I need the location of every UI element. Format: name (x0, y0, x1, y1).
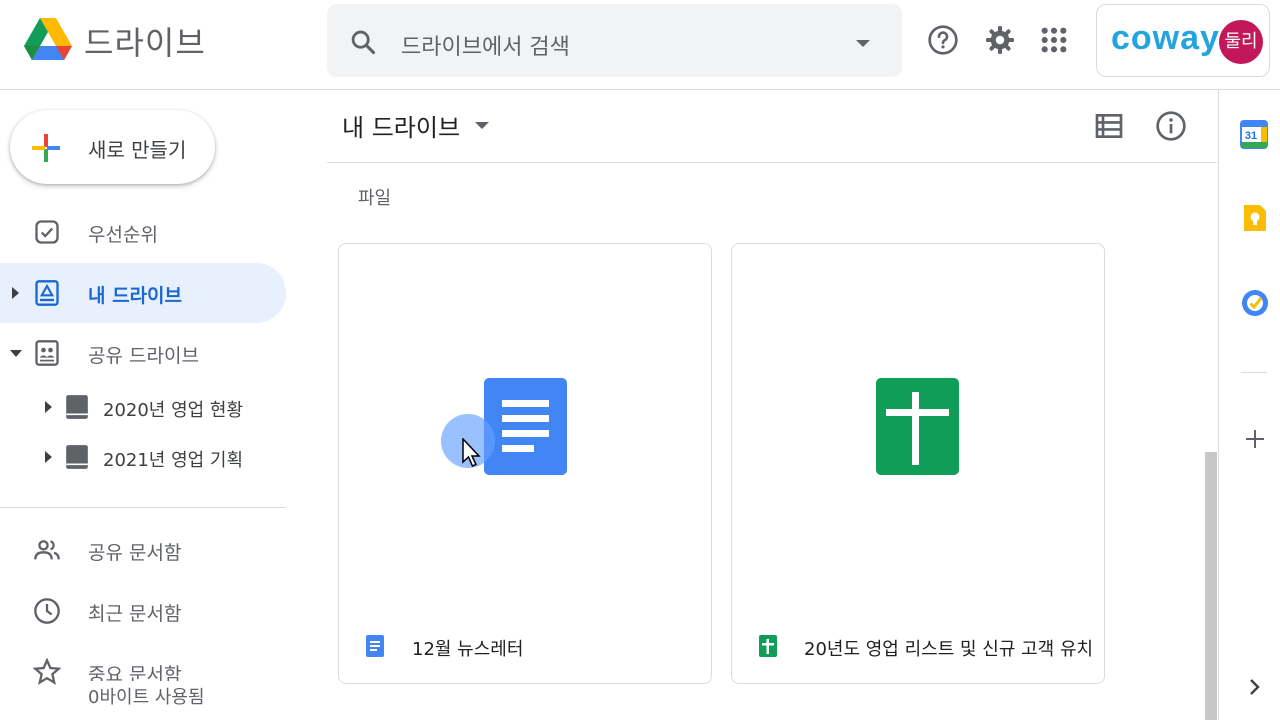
side-panel-rail (1218, 90, 1280, 720)
calendar-icon[interactable]: 31 (1240, 119, 1268, 149)
people-icon (34, 540, 60, 560)
sheets-thumbnail-icon (876, 378, 959, 475)
sidebar-item-shared-drives[interactable]: 공유 드라이브 (0, 323, 286, 383)
search-bar[interactable]: 드라이브에서 검색 (327, 4, 902, 77)
add-addon-icon[interactable] (1244, 428, 1266, 450)
plus-icon (32, 134, 60, 162)
main-scrollbar[interactable] (1205, 452, 1217, 720)
avatar[interactable]: 둘리 (1219, 20, 1263, 64)
expand-arrow-icon[interactable] (45, 451, 52, 463)
collapse-arrow-icon[interactable] (10, 350, 22, 357)
search-input[interactable]: 드라이브에서 검색 (401, 29, 570, 61)
sidebar-item-label: 공유 드라이브 (88, 345, 199, 367)
rail-divider (1241, 372, 1267, 373)
apps-grid-icon[interactable] (1038, 24, 1070, 56)
page-title[interactable]: 내 드라이브 (342, 108, 460, 143)
priority-check-icon (35, 220, 59, 244)
shared-drive-label: 2020년 영업 현황 (103, 400, 244, 421)
app-title[interactable]: 드라이브 (84, 18, 206, 64)
shared-drive-folder-icon (66, 395, 88, 419)
storage-usage[interactable]: 0바이트 사용됨 (88, 681, 205, 709)
shared-drive-folder-icon (66, 445, 88, 469)
mouse-cursor-icon (462, 438, 481, 467)
shared-drive-icon (35, 340, 59, 366)
expand-arrow-icon[interactable] (45, 401, 52, 413)
account-area[interactable]: coway 둘리 (1096, 4, 1270, 77)
my-drive-icon (35, 280, 59, 306)
sidebar-item-label: 최근 문서함 (88, 603, 182, 625)
sidebar-item-priority[interactable]: 우선순위 (0, 202, 286, 262)
sidebar-item-label: 내 드라이브 (88, 285, 183, 307)
toolbar-divider (327, 162, 1217, 163)
file-name: 20년도 영업 리스트 및 신규 고객 유치 (804, 639, 1094, 660)
search-icon[interactable] (349, 28, 377, 56)
expand-arrow-icon[interactable] (12, 287, 19, 299)
clock-icon (34, 598, 60, 624)
list-view-icon[interactable] (1093, 110, 1125, 142)
sidebar-item-shared-with-me[interactable]: 공유 문서함 (0, 520, 286, 580)
new-button-label: 새로 만들기 (88, 138, 187, 162)
sidebar-item-label: 우선순위 (88, 224, 158, 246)
sidebar-divider (0, 507, 286, 508)
new-button[interactable]: 새로 만들기 (10, 110, 215, 184)
section-label-files: 파일 (358, 188, 392, 209)
file-name: 12월 뉴스레터 (412, 639, 524, 660)
shared-drive-2020[interactable]: 2020년 영업 현황 (40, 385, 286, 429)
file-card-newsletter[interactable]: 12월 뉴스레터 (338, 243, 712, 684)
keep-icon[interactable] (1242, 203, 1268, 233)
search-options-dropdown-icon[interactable] (856, 40, 870, 47)
top-bar: 드라이브 드라이브에서 검색 coway 둘리 (0, 0, 1280, 90)
organization-logo: coway (1111, 19, 1220, 57)
sidebar-item-recent[interactable]: 최근 문서함 (0, 581, 286, 641)
info-icon[interactable] (1155, 110, 1187, 142)
tasks-icon[interactable] (1241, 289, 1269, 317)
title-dropdown-icon[interactable] (475, 122, 489, 129)
shared-drive-label: 2021년 영업 기획 (103, 450, 244, 471)
drive-logo-icon[interactable] (24, 15, 72, 65)
calendar-day: 31 (1245, 130, 1257, 142)
help-icon[interactable] (927, 24, 959, 56)
docs-file-icon (366, 635, 384, 657)
shared-drive-2021[interactable]: 2021년 영업 기획 (40, 435, 286, 479)
docs-thumbnail-icon (484, 378, 567, 475)
file-card-sales-list[interactable]: 20년도 영업 리스트 및 신규 고객 유치 (731, 243, 1105, 684)
star-icon (33, 658, 61, 685)
sidebar-item-my-drive[interactable]: 내 드라이브 (0, 263, 286, 323)
settings-icon[interactable] (984, 24, 1016, 56)
sidebar-item-label: 공유 문서함 (88, 542, 182, 564)
sheets-file-icon (759, 635, 777, 657)
chevron-right-icon[interactable] (1247, 677, 1263, 697)
